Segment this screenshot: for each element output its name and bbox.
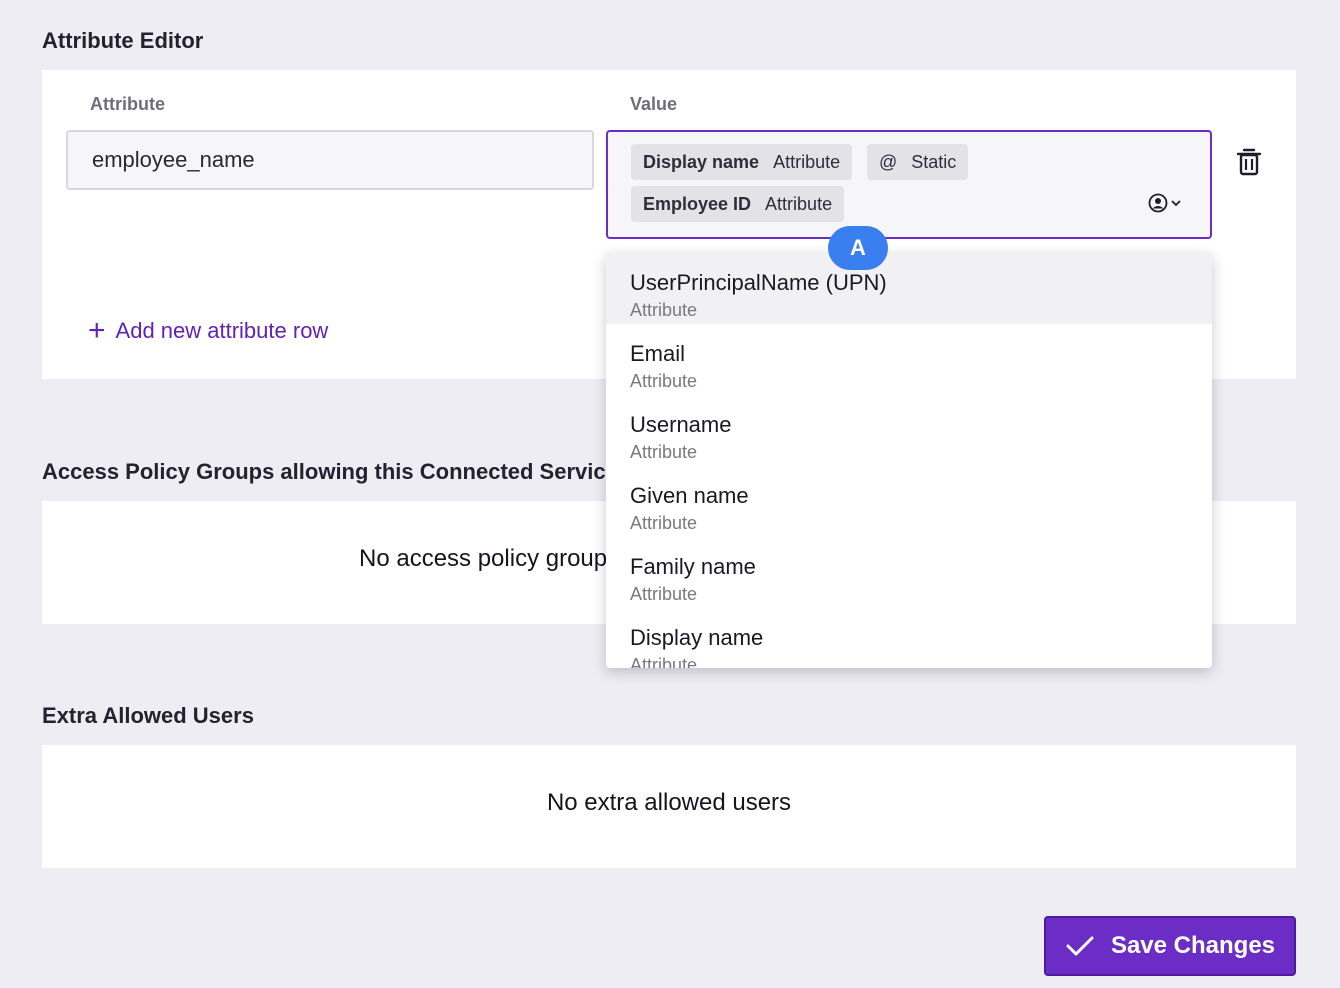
add-attribute-row-label: Add new attribute row: [115, 318, 329, 343]
access-policy-title: Access Policy Groups allowing this Conne…: [42, 459, 618, 484]
value-expression-field[interactable]: Display name Attribute @ Static Employee I…: [606, 130, 1212, 239]
option-name: Username: [630, 412, 732, 437]
attribute-name-input[interactable]: employee_name: [66, 130, 594, 190]
option-type: Attribute: [630, 655, 698, 668]
chip-type: Attribute: [765, 194, 833, 214]
save-changes-label: Save Changes: [1110, 932, 1276, 959]
user-circle-icon: [1148, 193, 1168, 213]
dropdown-option-given-name[interactable]: Given name Attribute: [606, 466, 1212, 537]
option-type: Attribute: [630, 513, 698, 533]
save-changes-button[interactable]: Save Changes: [1044, 916, 1296, 976]
option-name: Email: [630, 341, 686, 366]
dropdown-option-email[interactable]: Email Attribute: [606, 324, 1212, 395]
add-attribute-row-link[interactable]: + Add new attribute row: [88, 316, 328, 346]
value-column-label: Value: [630, 94, 678, 114]
attribute-column-label: Attribute: [90, 94, 165, 114]
collaborator-cursor-badge: A: [828, 226, 888, 270]
option-type: Attribute: [630, 371, 698, 391]
chip-name: Employee ID: [643, 194, 752, 214]
chevron-down-icon: [1171, 200, 1181, 207]
option-type: Attribute: [630, 584, 698, 604]
dropdown-option-upn[interactable]: UserPrincipalName (UPN) Attribute: [606, 253, 1212, 324]
chip-static-value: @: [879, 152, 898, 172]
extra-users-empty-text: No extra allowed users: [546, 789, 792, 816]
extra-users-title: Extra Allowed Users: [42, 703, 254, 728]
attribute-dropdown-menu[interactable]: UserPrincipalName (UPN) Attribute Email …: [606, 253, 1212, 668]
checkmark-icon: [1066, 936, 1094, 956]
value-type-toggle[interactable]: [1148, 190, 1188, 216]
dropdown-option-display-name[interactable]: Display name Attribute: [606, 608, 1212, 668]
option-name: UserPrincipalName (UPN): [630, 270, 887, 295]
option-name: Display name: [630, 625, 764, 650]
dropdown-option-family-name[interactable]: Family name Attribute: [606, 537, 1212, 608]
delete-row-button[interactable]: [1234, 146, 1264, 178]
option-name: Given name: [630, 483, 749, 508]
access-policy-empty-text: No access policy groups: [359, 545, 620, 572]
value-chip-display-name[interactable]: Display name Attribute: [631, 144, 853, 180]
dropdown-option-username[interactable]: Username Attribute: [606, 395, 1212, 466]
option-type: Attribute: [630, 442, 698, 462]
option-type: Attribute: [630, 300, 698, 320]
chip-name: Display name: [643, 152, 760, 172]
attribute-editor-title: Attribute Editor: [42, 28, 204, 53]
plus-icon: +: [88, 314, 106, 347]
option-name: Family name: [630, 554, 756, 579]
value-chip-static[interactable]: @ Static: [867, 144, 969, 180]
trash-icon: [1236, 148, 1262, 176]
chip-type: Static: [911, 152, 957, 172]
chip-type: Attribute: [773, 152, 841, 172]
value-chip-employee-id[interactable]: Employee ID Attribute: [631, 186, 845, 222]
extra-users-panel: No extra allowed users: [42, 745, 1296, 868]
